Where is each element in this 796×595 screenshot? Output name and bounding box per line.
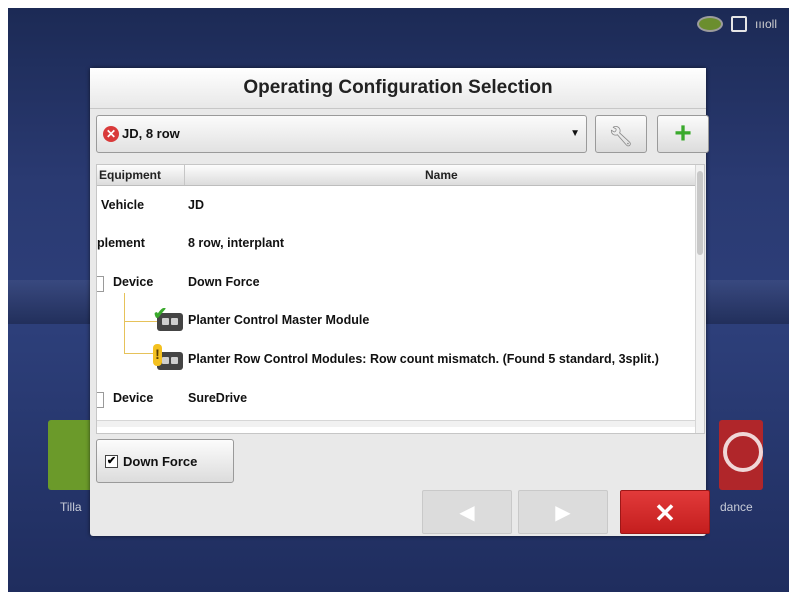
scrollbar-thumb[interactable] [697, 171, 703, 255]
column-divider [184, 165, 185, 185]
down-force-label: Down Force [123, 454, 198, 469]
collapse-toggle[interactable] [97, 392, 104, 408]
tree-row-row-control-modules[interactable]: ! Planter Row Control Modules: Row count… [97, 341, 697, 379]
row-equipment: Device [113, 391, 154, 405]
guidance-tile-label: dance [720, 500, 753, 514]
row-equipment: Device [113, 275, 154, 289]
module-icon: ! [153, 344, 183, 370]
name-column-header[interactable]: Name [425, 168, 458, 182]
error-icon: ✕ [103, 126, 119, 142]
tree-row-device-down-force[interactable]: Device Down Force [97, 264, 697, 302]
row-equipment: plement [97, 236, 145, 250]
vertical-scrollbar[interactable] [695, 165, 704, 433]
arrow-left-icon: ◀ [459, 502, 475, 524]
wrench-icon: 🔧︎ [608, 126, 634, 148]
check-icon: ✔ [153, 304, 168, 323]
row-name: JD [188, 198, 204, 212]
satellite-icon[interactable] [696, 16, 723, 32]
operating-configuration-dialog: Operating Configuration Selection ✕ JD, … [90, 68, 710, 536]
row-name: 8 row, interplant [188, 236, 285, 250]
previous-button[interactable]: ◀ [422, 490, 512, 534]
tree-row-device-suredrive[interactable]: Device SureDrive [97, 380, 697, 418]
equipment-tree[interactable]: Equipment Name Vehicle JD plement 8 row,… [96, 164, 705, 434]
tree-row-master-module[interactable]: ✔ Planter Control Master Module [97, 302, 697, 340]
tree-header: Equipment Name [97, 165, 697, 186]
down-force-toggle[interactable]: ✔ Down Force [96, 439, 234, 483]
row-name: SureDrive [188, 391, 248, 405]
close-button[interactable]: ✕ [620, 490, 710, 534]
tree-row-implement[interactable]: plement 8 row, interplant [97, 225, 697, 263]
configuration-select-value: JD, 8 row [122, 126, 180, 141]
equipment-column-header[interactable]: Equipment [99, 168, 161, 182]
guidance-tile[interactable] [719, 420, 763, 490]
steering-wheel-icon [723, 432, 763, 472]
add-configuration-button[interactable]: + [657, 115, 709, 153]
row-name: Planter Control Master Module [188, 313, 370, 327]
collapse-toggle[interactable] [97, 276, 104, 292]
warning-icon: ! [153, 344, 162, 366]
down-force-checkbox[interactable]: ✔ [105, 455, 118, 468]
configuration-select[interactable]: ✕ JD, 8 row ▼ [96, 115, 587, 153]
row-name: Down Force [188, 275, 260, 289]
tillage-tile-label: Tilla [60, 500, 82, 514]
module-icon: ✔ [153, 304, 183, 331]
dialog-title: Operating Configuration Selection [90, 68, 706, 109]
signal-icon[interactable]: ıııoll [755, 17, 777, 31]
edit-configuration-button[interactable]: 🔧︎ [595, 115, 647, 153]
device-icon[interactable] [730, 16, 747, 32]
display-screen: ıııoll Tilla dance Operating Configurati… [8, 8, 789, 592]
close-icon: ✕ [654, 498, 676, 528]
arrow-right-icon: ▶ [555, 502, 571, 524]
row-equipment: Vehicle [101, 198, 145, 212]
tree-row-vehicle[interactable]: Vehicle JD [97, 187, 697, 225]
dropdown-arrow-icon: ▼ [570, 128, 580, 139]
row-name: Planter Row Control Modules: Row count m… [188, 352, 659, 366]
horizontal-scrollbar[interactable] [97, 420, 697, 427]
status-bar: ıııoll [696, 16, 777, 32]
plus-icon: + [674, 117, 692, 150]
next-button[interactable]: ▶ [518, 490, 608, 534]
